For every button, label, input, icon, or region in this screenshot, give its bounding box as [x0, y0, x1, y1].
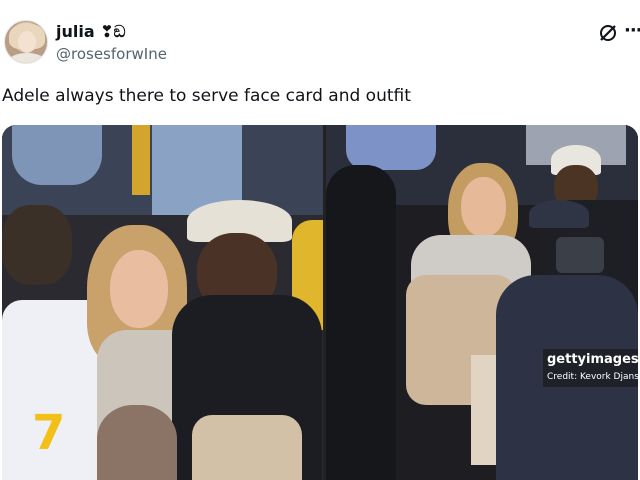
grok-icon[interactable]: [597, 22, 619, 44]
watermark-credit: Credit: Kevork Djansezian: [547, 372, 638, 382]
getty-watermark: gettyimages Credit: Kevork Djansezian: [543, 349, 638, 387]
username[interactable]: @rosesforwIne: [56, 45, 167, 63]
more-options-icon[interactable]: ···: [624, 20, 640, 41]
watermark-logo: gettyimages: [547, 352, 638, 367]
tweet-text: Adele always there to serve face card an…: [2, 86, 411, 106]
media-grid[interactable]: 7 gettyimages Credit: Kevork Djans: [2, 125, 638, 480]
photo-left[interactable]: 7: [2, 125, 323, 480]
tweet-header: julia ❣ඞ @rosesforwIne ···: [0, 0, 640, 78]
photo-right[interactable]: gettyimages Credit: Kevork Djansezian: [326, 125, 638, 480]
display-name[interactable]: julia ❣ඞ: [56, 22, 125, 42]
avatar[interactable]: [4, 20, 48, 64]
